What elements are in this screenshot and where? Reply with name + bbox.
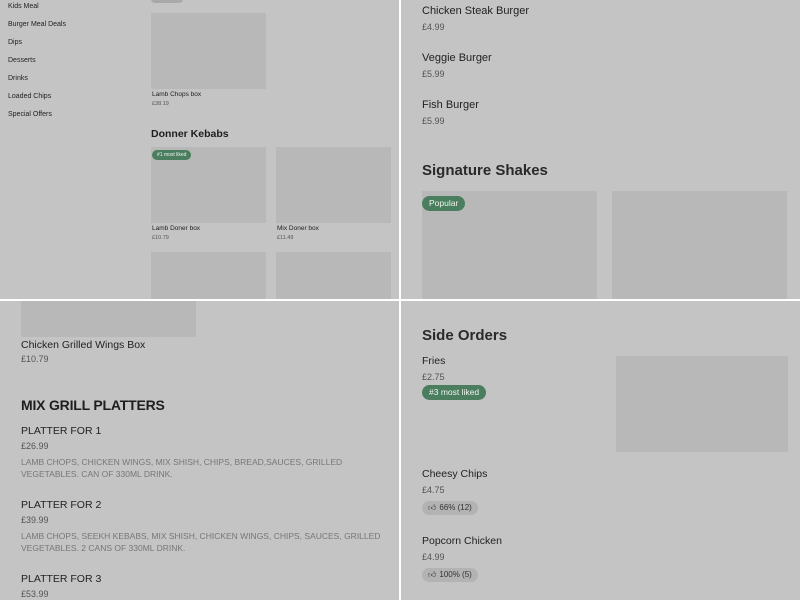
shake-image[interactable] xyxy=(612,191,787,299)
panel-top-right: Chicken Steak Burger £4.99 Veggie Burger… xyxy=(401,0,800,299)
platter-3-price: £53.99 xyxy=(21,589,49,599)
platter-1-description: LAMB CHOPS, CHICKEN WINGS, MIX SHISH, CH… xyxy=(21,457,343,479)
chicken-steak-burger-price: £4.99 xyxy=(422,22,445,32)
sidebar-item-loaded-chips[interactable]: Loaded Chips xyxy=(8,93,51,100)
veggie-burger-name[interactable]: Veggie Burger xyxy=(422,52,492,64)
lamb-chops-image[interactable] xyxy=(151,13,266,89)
cheesy-chips-rating: 👍︎ 66% (12) xyxy=(422,501,478,515)
chicken-steak-burger-name[interactable]: Chicken Steak Burger xyxy=(422,5,529,17)
wings-box-image[interactable] xyxy=(21,301,196,337)
mix-doner-name[interactable]: Mix Doner box xyxy=(277,225,319,232)
platter-2-name[interactable]: PLATTER FOR 2 xyxy=(21,499,101,511)
veggie-burger-price: £5.99 xyxy=(422,69,445,79)
donner-kebabs-title: Donner Kebabs xyxy=(151,128,229,140)
most-liked-badge: #1 most liked xyxy=(152,150,192,160)
most-liked-badge: #3 most liked xyxy=(422,385,487,400)
fries-name[interactable]: Fries xyxy=(422,355,445,367)
platter-3-name[interactable]: PLATTER FOR 3 xyxy=(21,573,101,585)
thumbs-up-icon: 👍︎ xyxy=(428,503,437,512)
popcorn-chicken-name[interactable]: Popcorn Chicken xyxy=(422,535,502,547)
sidebar-item-dips[interactable]: Dips xyxy=(8,39,22,46)
lamb-doner-price: £10.79 xyxy=(152,235,169,241)
popcorn-chicken-price: £4.99 xyxy=(422,552,445,562)
mix-doner-price: £11.49 xyxy=(277,235,294,241)
sidebar-item-special-offers[interactable]: Special Offers xyxy=(8,111,52,118)
platter-1-price: £26.99 xyxy=(21,441,49,451)
side-orders-title: Side Orders xyxy=(422,327,508,344)
platter-2-price: £39.99 xyxy=(21,515,49,525)
cheesy-chips-price: £4.75 xyxy=(422,485,445,495)
rating-pill xyxy=(151,0,183,3)
mix-grill-platters-title: MIX GRILL PLATTERS xyxy=(21,397,165,413)
popular-badge: Popular xyxy=(422,196,466,211)
panel-bottom-right: Side Orders Fries £2.75 #3 most liked Ch… xyxy=(401,301,800,600)
fish-burger-name[interactable]: Fish Burger xyxy=(422,99,479,111)
sidebar-item-burger-meal-deals[interactable]: Burger Meal Deals xyxy=(8,21,66,28)
menu-item-image[interactable] xyxy=(276,252,391,299)
lamb-doner-name[interactable]: Lamb Doner box xyxy=(152,225,200,232)
mix-doner-image[interactable] xyxy=(276,147,391,223)
menu-item-image[interactable] xyxy=(151,252,266,299)
sidebar-item-kids-meal[interactable]: Kids Meal xyxy=(8,3,39,10)
fries-price: £2.75 xyxy=(422,372,445,382)
sidebar-item-desserts[interactable]: Desserts xyxy=(8,57,36,64)
sidebar-item-drinks[interactable]: Drinks xyxy=(8,75,28,82)
signature-shakes-title: Signature Shakes xyxy=(422,162,548,179)
fries-image[interactable] xyxy=(616,356,788,452)
fish-burger-price: £5.99 xyxy=(422,116,445,126)
panel-bottom-left: Chicken Grilled Wings Box £10.79 MIX GRI… xyxy=(0,301,399,600)
lamb-chops-name[interactable]: Lamb Chops box xyxy=(152,91,201,98)
lamb-chops-price: £38.19 xyxy=(152,101,169,107)
panel-top-left: Kids Meal Burger Meal Deals Dips Dessert… xyxy=(0,0,399,299)
wings-box-name[interactable]: Chicken Grilled Wings Box xyxy=(21,339,145,351)
thumbs-up-icon: 👍︎ xyxy=(428,570,437,579)
rating-text: 100% (5) xyxy=(439,570,472,579)
cheesy-chips-name[interactable]: Cheesy Chips xyxy=(422,468,487,480)
wings-box-price: £10.79 xyxy=(21,354,49,364)
rating-text: 66% (12) xyxy=(439,503,472,512)
popcorn-chicken-rating: 👍︎ 100% (5) xyxy=(422,568,478,582)
platter-2-description: LAMB CHOPS, SEEKH KEBABS, MIX SHISH, CHI… xyxy=(21,531,381,553)
platter-1-name[interactable]: PLATTER FOR 1 xyxy=(21,425,101,437)
